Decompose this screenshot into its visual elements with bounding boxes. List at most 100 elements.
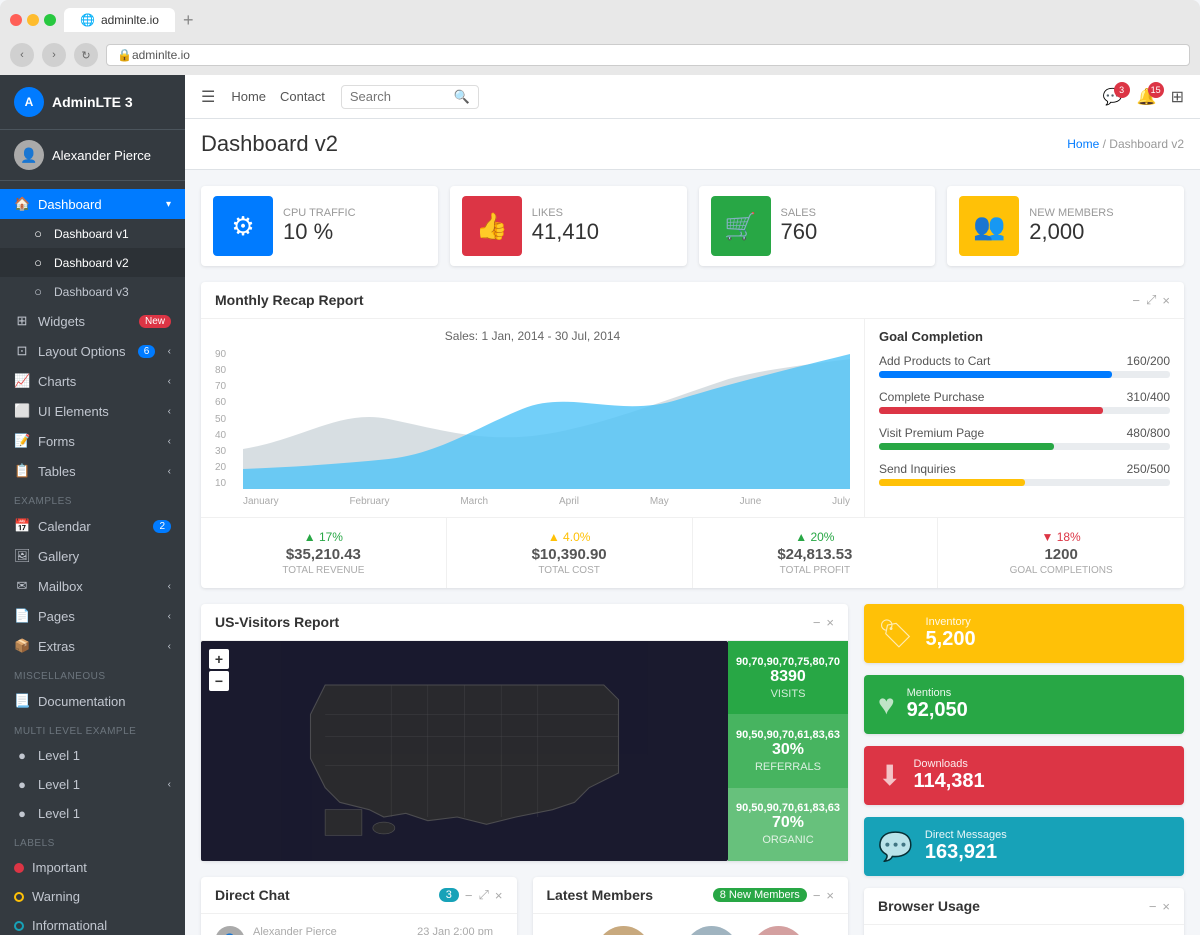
hamburger-menu[interactable]: ☰ <box>201 87 215 107</box>
sidebar-item-pages[interactable]: 📄 Pages ‹ <box>0 601 185 631</box>
chevron-icon: ‹ <box>168 641 171 652</box>
chat-avatar: 👤 <box>215 926 245 935</box>
important-dot <box>14 863 24 873</box>
sidebar-item-tables[interactable]: 📋 Tables ‹ <box>0 456 185 486</box>
close-button[interactable]: × <box>826 615 834 630</box>
chevron-icon: ‹ <box>168 406 171 417</box>
forward-button[interactable]: › <box>42 43 66 67</box>
monthly-content: Sales: 1 Jan, 2014 - 30 Jul, 2014 908070… <box>201 319 1184 517</box>
minimize-button[interactable]: − <box>465 888 473 903</box>
chevron-icon: ‹ <box>168 779 171 790</box>
app-wrapper: A AdminLTE 3 👤 Alexander Pierce 🏠 Dashbo… <box>0 75 1200 935</box>
members-body: 👨 Alexander Pierce Today 👱 Norman Yester… <box>533 914 849 935</box>
info-dot <box>14 921 24 931</box>
chart-wrapper: JanuaryFebruaryMarchAprilMayJuneJuly <box>243 349 850 507</box>
close-button[interactable]: × <box>1162 293 1170 308</box>
sidebar-item-level1-c[interactable]: ● Level 1 <box>0 799 185 828</box>
minimize-dot <box>27 14 39 26</box>
close-button[interactable]: × <box>826 888 834 903</box>
sidebar-item-label: Layout Options <box>38 344 125 359</box>
ui-icon: ⬜ <box>14 403 30 419</box>
level-icon: ● <box>14 806 30 821</box>
sidebar-item-dashboard[interactable]: 🏠 Dashboard ▾ <box>0 189 185 219</box>
brand-name: AdminLTE 3 <box>52 94 133 110</box>
chevron-icon: ‹ <box>168 376 171 387</box>
sales-label: Sales <box>781 207 818 219</box>
sidebar-item-mailbox[interactable]: ✉ Mailbox ‹ <box>0 571 185 601</box>
sidebar-item-label: UI Elements <box>38 404 109 419</box>
messages-button[interactable]: 💬 3 <box>1103 87 1123 107</box>
sidebar-item-informational[interactable]: Informational <box>0 911 185 935</box>
direct-chat-card: Direct Chat 3 − ⤢ × <box>201 877 517 935</box>
sidebar-item-ui-elements[interactable]: ⬜ UI Elements ‹ <box>0 396 185 426</box>
close-button[interactable]: × <box>495 888 503 903</box>
members-value: 2,000 <box>1029 219 1113 245</box>
notifications-button[interactable]: 🔔 15 <box>1137 87 1157 107</box>
search-box[interactable]: 🔍 <box>341 85 479 109</box>
stat-profit: ▲ 20% $24,813.53 TOTAL PROFIT <box>693 518 939 588</box>
minimize-button[interactable]: − <box>813 888 821 903</box>
sidebar-item-widgets[interactable]: ⊞ Widgets New <box>0 306 185 336</box>
sidebar-item-level1-a[interactable]: ● Level 1 <box>0 741 185 770</box>
mailbox-icon: ✉ <box>14 578 30 594</box>
refresh-button[interactable]: ↻ <box>74 43 98 67</box>
examples-section-label: EXAMPLES <box>0 486 185 511</box>
cpu-icon: ⚙ <box>213 196 273 256</box>
sidebar-item-dashboard-v1[interactable]: ○ Dashboard v1 <box>0 219 185 248</box>
sidebar-item-charts[interactable]: 📈 Charts ‹ <box>0 366 185 396</box>
mentions-value: 92,050 <box>907 699 968 722</box>
direct-messages-value: 163,921 <box>925 841 1007 864</box>
sidebar-item-level1-b[interactable]: ● Level 1 ‹ <box>0 770 185 799</box>
minimize-button[interactable]: − <box>813 615 821 630</box>
new-tab-button[interactable]: + <box>183 10 194 31</box>
sidebar-item-forms[interactable]: 📝 Forms ‹ <box>0 426 185 456</box>
sidebar-item-calendar[interactable]: 📅 Calendar 2 <box>0 511 185 541</box>
address-bar[interactable]: 🔒 adminlte.io <box>106 44 1190 66</box>
referrals-values: 90,50,90,70,61,83,63 <box>736 729 840 741</box>
goal-name: Visit Premium Page <box>879 426 984 440</box>
browser-tab[interactable]: 🌐 adminlte.io <box>64 8 175 32</box>
nav-link-home[interactable]: Home <box>231 89 266 104</box>
dashboard-icon: 🏠 <box>14 196 30 212</box>
sidebar-item-gallery[interactable]: 🖼 Gallery <box>0 541 185 571</box>
notifications-badge: 15 <box>1148 82 1164 98</box>
left-bottom: US-Visitors Report − × + <box>201 604 848 935</box>
sidebar-item-layout-options[interactable]: ⊡ Layout Options 6 ‹ <box>0 336 185 366</box>
close-dot <box>10 14 22 26</box>
chevron-icon: ‹ <box>168 436 171 447</box>
sidebar-item-dashboard-v3[interactable]: ○ Dashboard v3 <box>0 277 185 306</box>
apps-button[interactable]: ⊞ <box>1171 87 1184 107</box>
sidebar-item-important[interactable]: Important <box>0 853 185 882</box>
info-box-content: Likes 41,410 <box>532 207 599 245</box>
breadcrumb-current: Dashboard v2 <box>1109 137 1184 151</box>
close-button[interactable]: × <box>1162 899 1170 914</box>
sidebar-user: 👤 Alexander Pierce <box>0 130 185 181</box>
goal-count: 160/200 <box>1127 354 1170 368</box>
expand-button[interactable]: ⤢ <box>1146 292 1156 308</box>
visits-count: 8390 <box>770 668 806 686</box>
back-button[interactable]: ‹ <box>10 43 34 67</box>
nav-link-contact[interactable]: Contact <box>280 89 325 104</box>
stat-value: $24,813.53 <box>701 546 930 563</box>
expand-button[interactable]: ⤢ <box>479 887 489 903</box>
card-tools: − × <box>813 615 834 630</box>
sidebar-item-label: Forms <box>38 434 75 449</box>
chat-time: 23 Jan 2:00 pm <box>417 926 493 935</box>
goal-title: Goal Completion <box>879 329 1170 344</box>
goal-bar <box>879 479 1025 486</box>
info-box-content: CPU Traffic 10 % <box>283 207 356 245</box>
minimize-button[interactable]: − <box>1132 293 1140 308</box>
chevron-icon: ▾ <box>166 199 171 210</box>
stat-goals: ▼ 18% 1200 GOAL COMPLETIONS <box>938 518 1184 588</box>
search-input[interactable] <box>350 89 450 104</box>
sidebar-item-extras[interactable]: 📦 Extras ‹ <box>0 631 185 661</box>
breadcrumb-home[interactable]: Home <box>1067 137 1099 151</box>
messages-badge: 3 <box>1114 82 1130 98</box>
sidebar-item-documentation[interactable]: 📃 Documentation <box>0 686 185 716</box>
new-badge: New <box>139 315 171 328</box>
sidebar-item-warning[interactable]: Warning <box>0 882 185 911</box>
minimize-button[interactable]: − <box>1149 899 1157 914</box>
right-column: 🏷 Inventory 5,200 ♥ Mentions 92,050 <box>864 604 1184 935</box>
circle-icon: ○ <box>30 255 46 270</box>
sidebar-item-dashboard-v2[interactable]: ○ Dashboard v2 <box>0 248 185 277</box>
